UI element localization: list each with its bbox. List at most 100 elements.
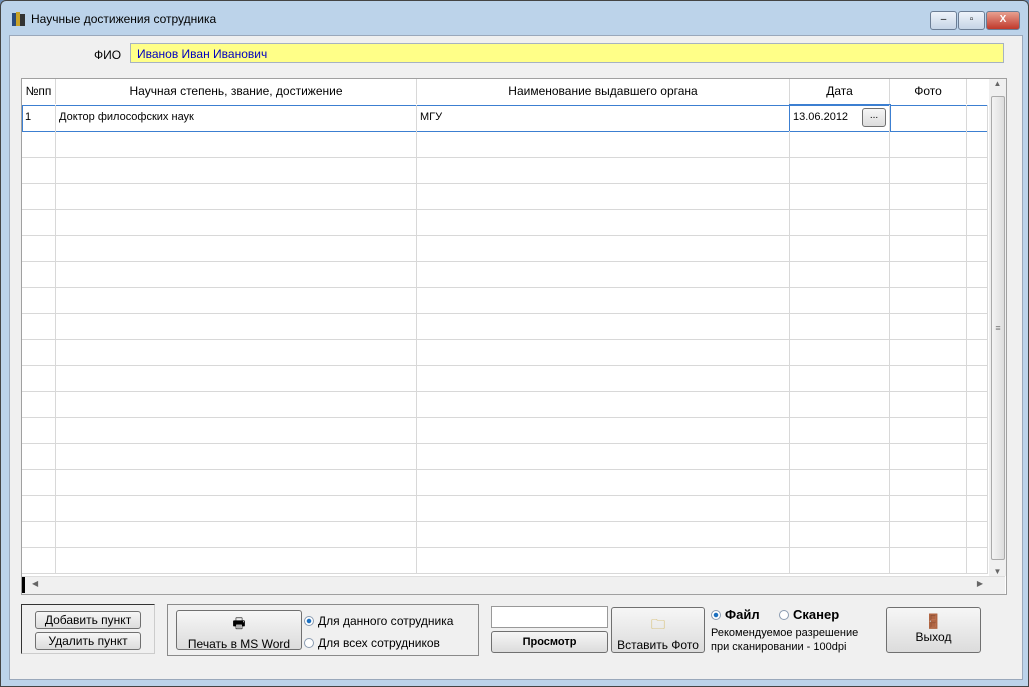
- photo-path-field[interactable]: [491, 606, 608, 628]
- cell-photo[interactable]: [890, 365, 967, 391]
- maximize-button[interactable]: ▫: [958, 11, 985, 30]
- cell-degree[interactable]: [56, 469, 417, 495]
- table-row[interactable]: [22, 235, 988, 262]
- cell-degree[interactable]: [56, 131, 417, 157]
- cell-date[interactable]: [790, 495, 890, 521]
- minimize-button[interactable]: ‒: [930, 11, 957, 30]
- cell-num[interactable]: [22, 157, 56, 183]
- cell-issuer[interactable]: [417, 313, 790, 339]
- cell-photo[interactable]: [890, 157, 967, 183]
- cell-num[interactable]: [22, 339, 56, 365]
- radio-scanner[interactable]: Сканер: [779, 607, 839, 622]
- cell-photo[interactable]: [890, 469, 967, 495]
- cell-photo[interactable]: [890, 209, 967, 235]
- cell-date[interactable]: [790, 261, 890, 287]
- cell-degree[interactable]: [56, 391, 417, 417]
- cell-date[interactable]: [790, 209, 890, 235]
- cell-date[interactable]: 13.06.2012...: [789, 104, 891, 132]
- table-row[interactable]: 1 Доктор философских наук МГУ 13.06.2012...: [22, 104, 988, 132]
- horizontal-scrollbar[interactable]: ◀ ▶: [22, 576, 1005, 594]
- cell-degree[interactable]: [56, 287, 417, 313]
- cell-issuer[interactable]: [417, 443, 790, 469]
- table-row[interactable]: [22, 391, 988, 418]
- cell-degree[interactable]: [56, 313, 417, 339]
- cell-photo[interactable]: [890, 313, 967, 339]
- table-row[interactable]: [22, 183, 988, 210]
- cell-issuer[interactable]: [417, 157, 790, 183]
- cell-photo[interactable]: [890, 287, 967, 313]
- cell-date[interactable]: [790, 235, 890, 261]
- col-header-degree[interactable]: Научная степень, звание, достижение: [56, 79, 417, 104]
- cell-photo[interactable]: [890, 235, 967, 261]
- cell-photo[interactable]: [890, 391, 967, 417]
- fio-field[interactable]: Иванов Иван Иванович: [130, 43, 1004, 63]
- radio-file[interactable]: Файл: [711, 607, 760, 622]
- cell-num[interactable]: [22, 235, 56, 261]
- cell-degree[interactable]: [56, 521, 417, 547]
- cell-date[interactable]: [790, 391, 890, 417]
- table-row[interactable]: [22, 209, 988, 236]
- cell-photo[interactable]: [890, 495, 967, 521]
- cell-num[interactable]: [22, 183, 56, 209]
- cell-issuer[interactable]: [417, 391, 790, 417]
- cell-date[interactable]: [790, 183, 890, 209]
- cell-photo[interactable]: [890, 339, 967, 365]
- cell-issuer[interactable]: [417, 339, 790, 365]
- cell-issuer[interactable]: [417, 261, 790, 287]
- cell-issuer[interactable]: [417, 365, 790, 391]
- cell-date[interactable]: [790, 339, 890, 365]
- table-row[interactable]: [22, 157, 988, 184]
- cell-num[interactable]: [22, 547, 56, 573]
- cell-issuer[interactable]: [417, 209, 790, 235]
- insert-photo-button[interactable]: 🗀 Вставить Фото: [611, 607, 705, 653]
- table-row[interactable]: [22, 521, 988, 548]
- cell-num[interactable]: [22, 365, 56, 391]
- table-row[interactable]: [22, 417, 988, 444]
- cell-photo[interactable]: [890, 547, 967, 573]
- achievements-table[interactable]: №пп Научная степень, звание, достижение …: [21, 78, 1007, 595]
- cell-degree[interactable]: [56, 443, 417, 469]
- cell-num[interactable]: [22, 417, 56, 443]
- cell-date[interactable]: [790, 131, 890, 157]
- cell-degree[interactable]: [56, 235, 417, 261]
- col-header-num[interactable]: №пп: [22, 79, 56, 104]
- cell-photo[interactable]: [890, 105, 967, 131]
- cell-degree[interactable]: [56, 417, 417, 443]
- cell-issuer[interactable]: [417, 417, 790, 443]
- view-button[interactable]: Просмотр: [491, 631, 608, 653]
- cell-issuer[interactable]: [417, 495, 790, 521]
- cell-degree[interactable]: Доктор философских наук: [56, 105, 417, 131]
- cell-date[interactable]: [790, 157, 890, 183]
- cell-issuer[interactable]: [417, 131, 790, 157]
- cell-date[interactable]: [790, 287, 890, 313]
- table-row[interactable]: [22, 547, 988, 574]
- cell-degree[interactable]: [56, 547, 417, 573]
- cell-issuer[interactable]: МГУ: [417, 105, 790, 131]
- cell-num[interactable]: [22, 469, 56, 495]
- cell-photo[interactable]: [890, 443, 967, 469]
- cell-date[interactable]: [790, 365, 890, 391]
- cell-date[interactable]: [790, 469, 890, 495]
- cell-issuer[interactable]: [417, 469, 790, 495]
- cell-issuer[interactable]: [417, 287, 790, 313]
- cell-degree[interactable]: [56, 209, 417, 235]
- cell-degree[interactable]: [56, 261, 417, 287]
- cell-issuer[interactable]: [417, 521, 790, 547]
- table-row[interactable]: [22, 443, 988, 470]
- cell-photo[interactable]: [890, 417, 967, 443]
- cell-degree[interactable]: [56, 365, 417, 391]
- radio-all-employees[interactable]: Для всех сотрудников: [304, 636, 440, 650]
- table-row[interactable]: [22, 313, 988, 340]
- cell-num[interactable]: 1: [22, 105, 56, 131]
- scrollbar-thumb[interactable]: ≡: [991, 96, 1005, 560]
- cell-photo[interactable]: [890, 521, 967, 547]
- cell-num[interactable]: [22, 261, 56, 287]
- table-row[interactable]: [22, 469, 988, 496]
- cell-num[interactable]: [22, 209, 56, 235]
- cell-degree[interactable]: [56, 157, 417, 183]
- radio-this-employee[interactable]: Для данного сотрудника: [304, 614, 453, 628]
- table-row[interactable]: [22, 339, 988, 366]
- cell-issuer[interactable]: [417, 547, 790, 573]
- col-header-issuer[interactable]: Наименование выдавшего органа: [417, 79, 790, 104]
- cell-issuer[interactable]: [417, 235, 790, 261]
